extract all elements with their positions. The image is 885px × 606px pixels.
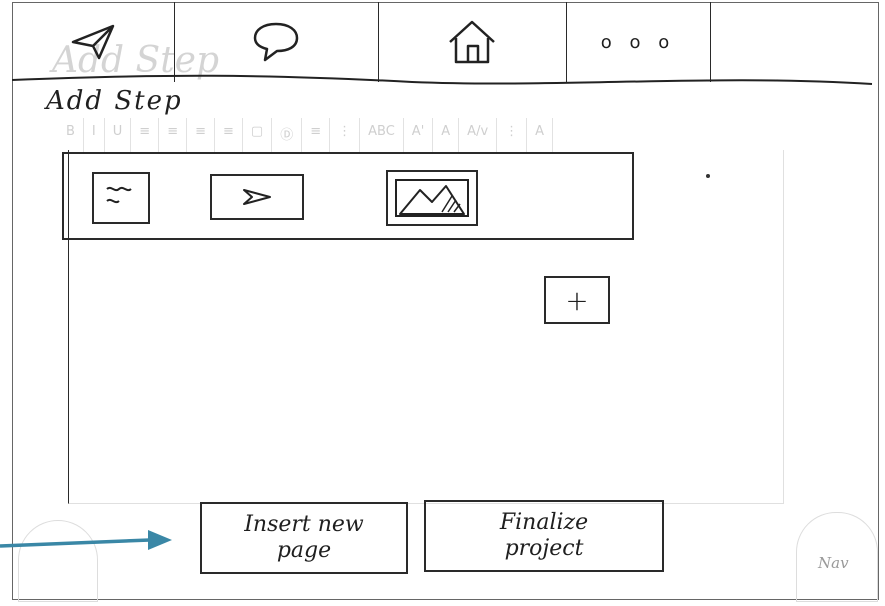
spellcheck-button[interactable]: ABC: [360, 118, 404, 152]
align-right-button[interactable]: ≡: [187, 118, 215, 152]
font-size-up-button[interactable]: A': [404, 118, 434, 152]
insert-image-button[interactable]: [386, 170, 478, 226]
align-left-button[interactable]: ≡: [131, 118, 160, 152]
send-icon: [71, 24, 115, 60]
more-icon: o o o: [600, 31, 676, 53]
nav-label: Nav: [818, 554, 849, 572]
d-button[interactable]: Ⓓ: [272, 118, 303, 152]
font-size-down-button[interactable]: A: [433, 118, 460, 152]
more-format-button[interactable]: ⋮: [497, 118, 528, 152]
insert-media-panel: [62, 152, 634, 240]
send-icon: [243, 189, 271, 205]
underline-button[interactable]: U: [105, 118, 132, 152]
chat-bubble-icon: [253, 22, 299, 62]
image-icon: [395, 179, 469, 217]
font-case-button[interactable]: A/v: [459, 118, 498, 152]
bold-button[interactable]: B: [58, 118, 84, 152]
home-icon: [449, 20, 495, 64]
text-note-icon: [106, 186, 132, 204]
cursor-dot: [706, 174, 710, 178]
font-button[interactable]: A: [527, 118, 554, 152]
format-toolbar: B I U ≡ ≡ ≡ ≡ ▢ Ⓓ ≡ ⋮ ABC A' A A/v ⋮ A: [58, 118, 774, 152]
align-center-button[interactable]: ≡: [159, 118, 188, 152]
numbered-list-button[interactable]: ⋮: [330, 118, 361, 152]
finalize-project-button[interactable]: Finalize project: [424, 500, 664, 572]
insert-text-button[interactable]: [92, 172, 150, 224]
insert-new-page-button[interactable]: Insert new page: [200, 502, 408, 574]
box-button[interactable]: ▢: [243, 118, 273, 152]
italic-button[interactable]: I: [84, 118, 105, 152]
insert-send-button[interactable]: [210, 174, 304, 220]
add-element-button[interactable]: +: [544, 276, 610, 324]
list-button[interactable]: ≡: [302, 118, 331, 152]
page-title: Add Step: [46, 86, 183, 116]
justify-button[interactable]: ≡: [215, 118, 243, 152]
annotation-arrow: [0, 530, 172, 550]
